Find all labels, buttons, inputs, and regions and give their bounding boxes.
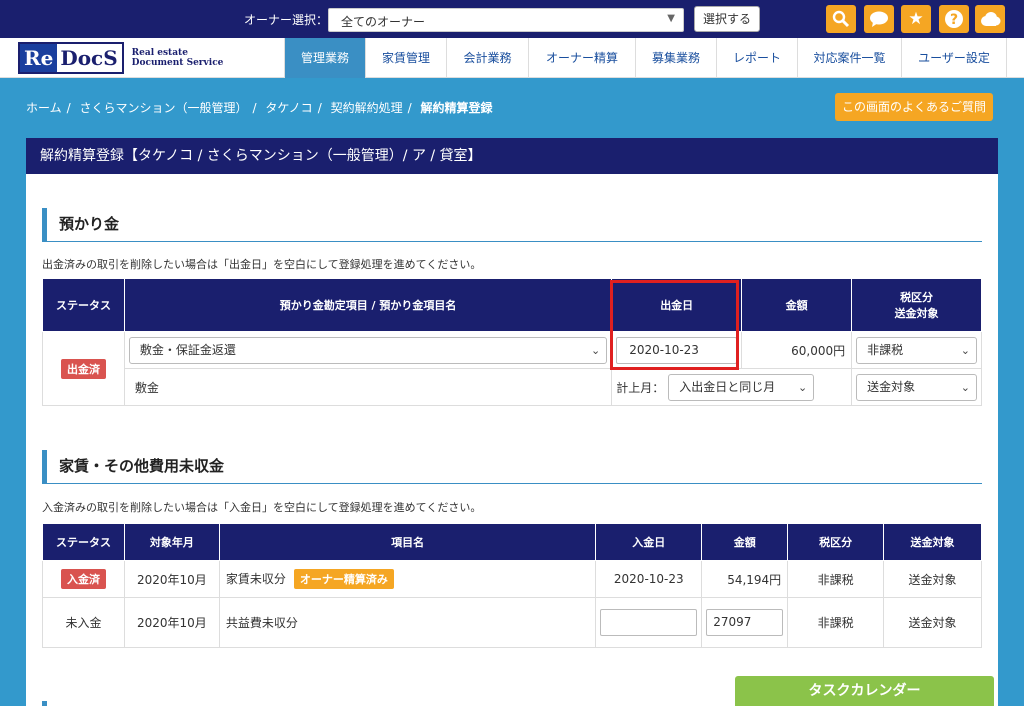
col-amount: 金額 bbox=[741, 278, 853, 332]
table-row: 未入金 2020年10月 共益費未収分 27097 非課税 送金対象 bbox=[42, 597, 982, 648]
col-tax: 税区分 bbox=[900, 291, 934, 304]
nav-user-settings[interactable]: ユーザー設定 bbox=[901, 38, 1007, 78]
remit-select[interactable]: 送金対象 ⌄ bbox=[856, 373, 977, 401]
tax-class: 非課税 bbox=[787, 560, 885, 598]
breadcrumb-current: 解約精算登録 bbox=[420, 101, 493, 115]
nav-rent[interactable]: 家賃管理 bbox=[365, 38, 446, 78]
nav-case-list[interactable]: 対応案件一覧 bbox=[797, 38, 901, 78]
chevron-down-icon: ▼ bbox=[667, 13, 675, 24]
logo-sub-line2: Document Service bbox=[131, 58, 224, 68]
top-bar: オーナー選択： 全てのオーナー ▼ 選択する ★ ? bbox=[0, 0, 1024, 38]
redocs-logo[interactable]: Re DocS Real estate Document Service bbox=[18, 42, 223, 74]
col-payment-date: 入金日 bbox=[595, 523, 703, 561]
breadcrumb-property[interactable]: さくらマンション（一般管理） bbox=[80, 101, 248, 115]
status-badge: 出金済 bbox=[60, 358, 106, 379]
logo-re: Re bbox=[20, 44, 58, 72]
deposit-table: ステータス 預かり金勘定項目 / 預かり金項目名 出金日 金額 税区分 送金対象… bbox=[42, 278, 982, 406]
payment-date: 2020-10-23 bbox=[595, 560, 703, 598]
next-section-marker bbox=[42, 701, 47, 706]
breadcrumb-contract[interactable]: 契約解約処理 bbox=[331, 101, 403, 115]
col-tax: 税区分 bbox=[787, 523, 885, 561]
nav-bar: Re DocS Real estate Document Service 管理業… bbox=[0, 38, 1024, 78]
logo-docs: DocS bbox=[60, 46, 118, 70]
col-remit: 送金対象 bbox=[883, 523, 982, 561]
posting-month-value: 入出金日と同じ月 bbox=[679, 379, 776, 394]
item-name: 共益費未収分 bbox=[218, 597, 597, 648]
owner-select-label: オーナー選択： bbox=[244, 13, 329, 27]
col-tax-remit: 税区分 送金対象 bbox=[851, 278, 982, 332]
chevron-down-icon: ⌄ bbox=[590, 343, 601, 357]
chevron-down-icon: ⌄ bbox=[960, 380, 970, 394]
deposit-section-heading: 預かり金 bbox=[42, 208, 982, 242]
chevron-down-icon: ⌄ bbox=[960, 343, 970, 357]
star-icon[interactable]: ★ bbox=[901, 5, 931, 33]
owner-select-value: 全てのオーナー bbox=[341, 15, 426, 29]
col-status: ステータス bbox=[42, 278, 125, 332]
nav-management[interactable]: 管理業務 bbox=[284, 38, 365, 78]
remit-value: 送金対象 bbox=[867, 379, 916, 394]
col-target-month: 対象年月 bbox=[123, 523, 220, 561]
nav-accounting[interactable]: 会計業務 bbox=[446, 38, 528, 78]
deposit-amount: 60,000円 bbox=[741, 331, 853, 369]
nav-recruitment[interactable]: 募集業務 bbox=[635, 38, 716, 78]
cloud-icon[interactable] bbox=[975, 5, 1005, 33]
tax-class: 非課税 bbox=[787, 597, 885, 648]
status-badge: 入金済 bbox=[60, 569, 106, 589]
deposit-item-name: 敷金 bbox=[123, 368, 613, 406]
col-amount: 金額 bbox=[701, 523, 789, 561]
main-panel: 解約精算登録【タケノコ / さくらマンション（一般管理）/ ア / 貸室】 預か… bbox=[26, 138, 998, 706]
breadcrumb-home[interactable]: ホーム bbox=[26, 101, 62, 115]
nav-report[interactable]: レポート bbox=[716, 38, 797, 78]
remit-target: 送金対象 bbox=[883, 560, 982, 598]
nav-owner-settlement[interactable]: オーナー精算 bbox=[528, 38, 635, 78]
item-name: 家賃未収分 bbox=[225, 572, 286, 586]
col-account-item: 預かり金勘定項目 / 預かり金項目名 bbox=[123, 278, 613, 332]
svg-text:?: ? bbox=[950, 12, 958, 28]
col-withdraw-date: 出金日 bbox=[611, 278, 743, 332]
account-item-select[interactable]: 敷金・保証金返還 ⌄ bbox=[128, 336, 608, 364]
breadcrumb-tenant[interactable]: タケノコ bbox=[265, 101, 312, 115]
withdraw-date-input[interactable]: 2020-10-23 bbox=[616, 336, 738, 364]
rent-table: ステータス 対象年月 項目名 入金日 金額 税区分 送金対象 入金済 2020年… bbox=[42, 523, 982, 648]
account-item-value: 敷金・保証金返還 bbox=[139, 342, 236, 357]
amount-input[interactable]: 27097 bbox=[706, 609, 784, 636]
payment-date-input[interactable] bbox=[600, 609, 698, 636]
target-month: 2020年10月 bbox=[123, 560, 220, 598]
posting-month-select[interactable]: 入出金日と同じ月 ⌄ bbox=[668, 373, 815, 401]
col-status: ステータス bbox=[42, 523, 125, 561]
status-text: 未入金 bbox=[42, 597, 125, 648]
owner-settled-badge: オーナー精算済み bbox=[293, 569, 394, 589]
tax-value: 非課税 bbox=[867, 342, 904, 357]
chat-icon[interactable] bbox=[864, 5, 894, 33]
posting-month-label: 計上月： bbox=[616, 380, 665, 395]
logo-sub-line1: Real estate bbox=[131, 48, 188, 58]
task-calendar-button[interactable]: タスクカレンダー bbox=[735, 676, 994, 706]
target-month: 2020年10月 bbox=[123, 597, 220, 648]
page-title: 解約精算登録【タケノコ / さくらマンション（一般管理）/ ア / 貸室】 bbox=[26, 138, 998, 174]
search-icon[interactable] bbox=[826, 5, 856, 33]
chevron-down-icon: ⌄ bbox=[798, 380, 808, 394]
help-icon[interactable]: ? bbox=[939, 5, 969, 33]
table-row: 入金済 2020年10月 家賃未収分 オーナー精算済み 2020-10-23 54… bbox=[42, 560, 982, 598]
remit-target: 送金対象 bbox=[883, 597, 982, 648]
col-item-name: 項目名 bbox=[218, 523, 597, 561]
col-remit: 送金対象 bbox=[894, 307, 939, 320]
rent-section-heading: 家賃・その他費用未収金 bbox=[42, 450, 982, 484]
breadcrumb: ホーム / さくらマンション（一般管理） / タケノコ / 契約解約処理 / 解約精算登… bbox=[26, 101, 493, 115]
owner-select-button[interactable]: 選択する bbox=[694, 6, 760, 32]
deposit-note: 出金済みの取引を削除したい場合は「出金日」を空白にして登録処理を進めてください。 bbox=[42, 258, 482, 271]
amount: 54,194円 bbox=[701, 560, 789, 598]
rent-note: 入金済みの取引を削除したい場合は「入金日」を空白にして登録処理を進めてください。 bbox=[42, 501, 482, 514]
owner-select[interactable]: 全てのオーナー ▼ bbox=[328, 8, 684, 32]
tax-select[interactable]: 非課税 ⌄ bbox=[856, 336, 977, 364]
logo-subtitle: Real estate Document Service bbox=[132, 48, 224, 68]
faq-button[interactable]: この画面のよくあるご質問 bbox=[835, 93, 993, 121]
